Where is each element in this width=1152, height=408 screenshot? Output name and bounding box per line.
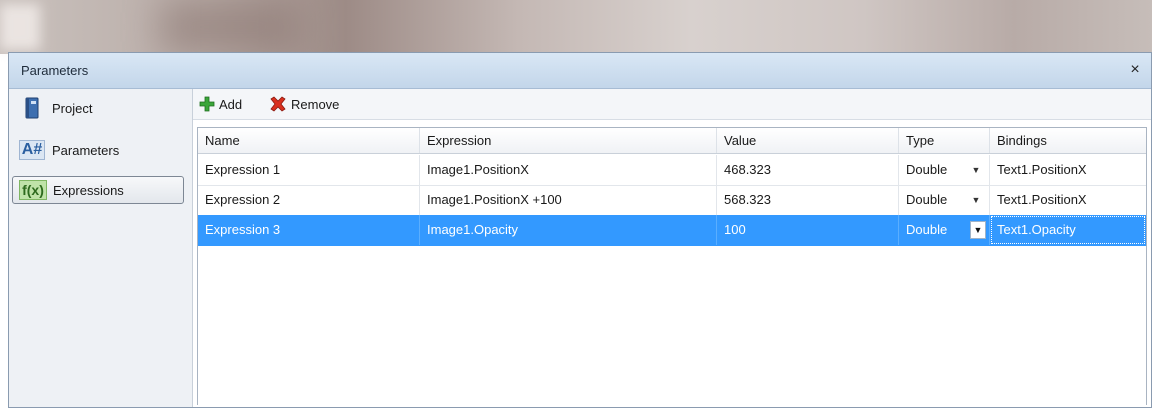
red-x-icon [270,96,286,112]
cell-expression[interactable]: Image1.PositionX +100 [420,185,717,215]
cell-value: 468.323 [717,155,899,185]
project-book-icon [20,97,44,119]
cell-value: 100 [717,215,899,245]
sidebar-item-label: Project [52,100,93,116]
type-dropdown-arrow-icon[interactable]: ▼ [969,163,983,177]
column-header-name[interactable]: Name [198,128,420,153]
type-value: Double [906,192,948,207]
cell-binding[interactable]: Text1.PositionX [990,185,1146,215]
sidebar: Project A# Parameters f(x) Expressions [9,89,193,407]
window-titlebar[interactable]: Parameters × [9,53,1151,89]
column-header-expression[interactable]: Expression [420,128,717,153]
close-icon[interactable]: × [1127,61,1143,79]
main-panel: Add Remove Name Expression Value Type Bi… [193,89,1151,407]
type-dropdown-arrow-icon[interactable]: ▼ [969,193,983,207]
cell-binding[interactable]: Text1.Opacity [990,215,1146,245]
column-header-bindings[interactable]: Bindings [990,128,1146,153]
column-header-value[interactable]: Value [717,128,899,153]
remove-button-label: Remove [291,96,340,112]
cell-value: 568.323 [717,185,899,215]
fx-icon-wrap: f(x) [19,179,47,201]
table-row[interactable]: Expression 1 Image1.PositionX 468.323 Do… [198,155,1146,186]
table-row[interactable]: Expression 2 Image1.PositionX +100 568.3… [198,185,1146,216]
cell-name[interactable]: Expression 2 [198,185,420,215]
sidebar-item-expressions[interactable]: f(x) Expressions [12,176,184,204]
sidebar-item-parameters[interactable]: A# Parameters [12,136,184,164]
cell-name[interactable]: Expression 3 [198,215,420,245]
sidebar-item-project[interactable]: Project [12,94,184,122]
parameters-window: Parameters × Project A# Parameters f(x) [8,52,1152,408]
a-hash-icon: A# [18,140,46,160]
sidebar-item-label: Expressions [53,182,124,198]
desktop-backdrop [0,0,1152,54]
cell-name[interactable]: Expression 1 [198,155,420,185]
type-dropdown-arrow-icon[interactable]: ▼ [970,221,986,239]
type-value: Double [906,162,948,177]
table-row-selected[interactable]: Expression 3 Image1.Opacity 100 Double ▼… [198,215,1146,246]
cell-expression[interactable]: Image1.Opacity [420,215,717,245]
table-header: Name Expression Value Type Bindings [198,128,1146,154]
add-button-label: Add [219,96,243,112]
a-hash-icon-wrap: A# [18,139,46,161]
remove-button[interactable]: Remove [269,94,339,114]
window-title: Parameters [21,63,89,78]
plus-icon [199,96,215,112]
toolbar: Add Remove [193,89,1151,120]
expressions-table: Name Expression Value Type Bindings Expr… [197,127,1147,405]
column-header-type[interactable]: Type [899,128,990,153]
sidebar-item-label: Parameters [52,142,120,158]
fx-icon: f(x) [19,180,47,200]
cell-binding[interactable]: Text1.PositionX [990,155,1146,185]
cell-expression[interactable]: Image1.PositionX [420,155,717,185]
add-button[interactable]: Add [199,94,242,114]
type-value: Double [906,222,948,237]
